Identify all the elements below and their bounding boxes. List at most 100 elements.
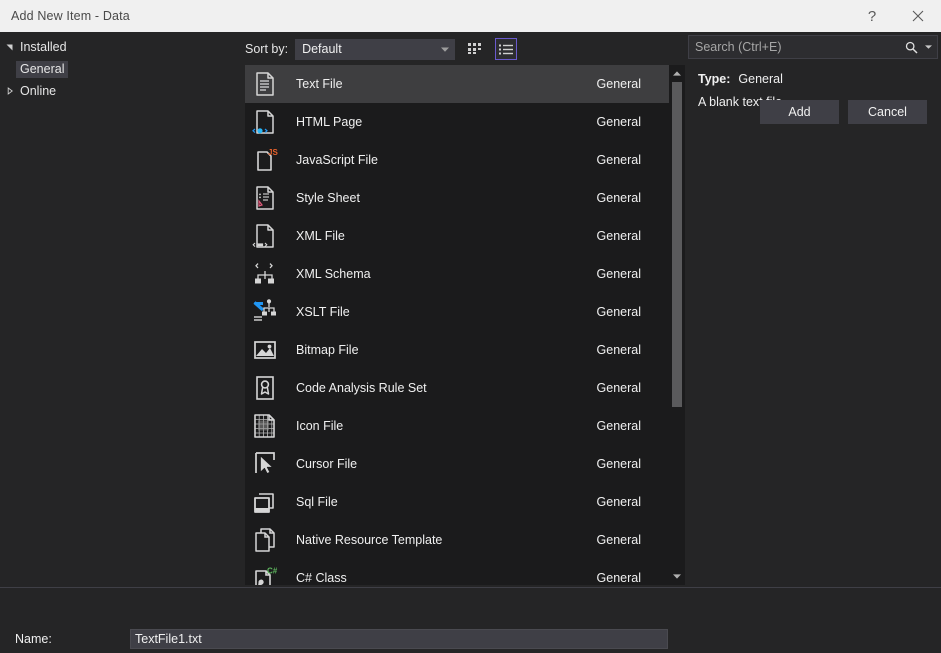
- add-button[interactable]: Add: [760, 100, 839, 124]
- search-options-dropdown[interactable]: [923, 45, 933, 49]
- help-button[interactable]: ?: [849, 0, 895, 32]
- template-item-row[interactable]: Code Analysis Rule Set General: [245, 369, 669, 407]
- xml-schema-icon: [245, 261, 285, 287]
- tree-node-installed[interactable]: Installed: [0, 36, 245, 58]
- template-item-name: Text File: [296, 77, 343, 91]
- template-item-category: General: [596, 495, 641, 509]
- tree-node-label: Installed: [20, 40, 67, 54]
- detail-type-row: Type: General: [698, 72, 928, 86]
- dialog-content: Installed General Online Sort by: Defaul…: [0, 32, 941, 653]
- sort-by-dropdown[interactable]: Default: [295, 38, 456, 60]
- template-item-name: C# Class: [296, 571, 347, 585]
- csharp-class-icon: C#: [255, 567, 278, 585]
- tree-node-label: Online: [20, 84, 57, 98]
- native-resource-template-icon: [255, 528, 275, 552]
- action-buttons: Add Cancel: [760, 100, 927, 124]
- cursor-file-icon: [245, 451, 285, 477]
- template-item-name: JavaScript File: [296, 153, 378, 167]
- xml-schema-icon: [255, 263, 274, 284]
- native-resource-template-icon: [245, 527, 285, 553]
- template-item-row[interactable]: HTML Page General: [245, 103, 669, 141]
- chevron-up-icon: [673, 71, 681, 76]
- html-page-icon: [252, 110, 274, 134]
- template-item-row[interactable]: Style Sheet General: [245, 179, 669, 217]
- code-analysis-rule-set-icon: [256, 376, 274, 400]
- chevron-down-icon: [924, 45, 932, 49]
- scrollbar-thumb[interactable]: [672, 82, 682, 407]
- template-item-name: Style Sheet: [296, 191, 360, 205]
- template-item-category: General: [596, 533, 641, 547]
- template-item-name: Code Analysis Rule Set: [296, 381, 427, 395]
- template-details: Type: General A blank text file.: [688, 64, 938, 564]
- template-item-row[interactable]: Sql File General: [245, 483, 669, 521]
- bitmap-file-icon: [254, 341, 276, 359]
- scrollbar-track[interactable]: [669, 82, 685, 568]
- tree-node-general[interactable]: General: [0, 58, 245, 80]
- template-item-row[interactable]: Bitmap File General: [245, 331, 669, 369]
- name-input[interactable]: [130, 629, 668, 649]
- svg-text:JS: JS: [268, 148, 278, 157]
- chevron-down-icon: [673, 574, 681, 579]
- tree-node-label: General: [16, 60, 69, 78]
- template-item-category: General: [596, 457, 641, 471]
- chevron-right-icon[interactable]: [0, 87, 20, 95]
- templates-pane: Sort by: Default Text File General HTML …: [245, 32, 685, 587]
- templates-list-scrollbar[interactable]: [669, 65, 685, 585]
- template-item-row[interactable]: Icon File General: [245, 407, 669, 445]
- cancel-button[interactable]: Cancel: [848, 100, 927, 124]
- template-item-name: Sql File: [296, 495, 338, 509]
- javascript-file-icon: JS: [257, 148, 278, 171]
- tree-node-online[interactable]: Online: [0, 80, 245, 102]
- list-view-button[interactable]: [495, 38, 518, 60]
- name-label: Name:: [15, 632, 52, 646]
- templates-list: Text File General HTML Page General JS JavaSc…: [245, 65, 685, 585]
- code-analysis-rule-set-icon: [245, 375, 285, 401]
- template-item-category: General: [596, 343, 641, 357]
- templates-list-scroll-area: Text File General HTML Page General JS JavaSc…: [245, 65, 669, 585]
- template-item-row[interactable]: Cursor File General: [245, 445, 669, 483]
- svg-text:C#: C#: [267, 567, 278, 576]
- template-item-category: General: [596, 229, 641, 243]
- template-item-row[interactable]: XML File General: [245, 217, 669, 255]
- grid-view-button[interactable]: [464, 38, 486, 60]
- search-input[interactable]: [695, 40, 899, 54]
- template-item-category: General: [596, 267, 641, 281]
- template-item-row[interactable]: Text File General: [245, 65, 669, 103]
- xslt-file-icon: [253, 299, 276, 321]
- search-button[interactable]: [899, 41, 923, 54]
- icon-file-icon: [254, 414, 275, 438]
- template-item-name: XML File: [296, 229, 345, 243]
- template-item-category: General: [596, 305, 641, 319]
- template-item-name: Icon File: [296, 419, 344, 433]
- bitmap-file-icon: [245, 337, 285, 363]
- cursor-file-icon: [255, 452, 275, 474]
- template-item-row[interactable]: Native Resource Template General: [245, 521, 669, 559]
- template-item-row[interactable]: C# C# Class General: [245, 559, 669, 585]
- template-item-name: XSLT File: [296, 305, 350, 319]
- template-item-name: Native Resource Template: [296, 533, 443, 547]
- close-button[interactable]: [895, 0, 941, 32]
- chevron-down-icon: [436, 47, 454, 52]
- javascript-file-icon: JS: [245, 147, 285, 173]
- search-box[interactable]: [688, 35, 938, 59]
- sort-by-value: Default: [302, 42, 342, 56]
- scroll-down-button[interactable]: [669, 568, 685, 585]
- template-item-row[interactable]: XSLT File General: [245, 293, 669, 331]
- sql-file-icon: [245, 489, 285, 515]
- question-mark-icon: ?: [867, 7, 877, 25]
- sql-file-icon: [254, 493, 274, 513]
- scroll-up-button[interactable]: [669, 65, 685, 82]
- sort-toolbar: Sort by: Default: [245, 34, 685, 64]
- xml-file-icon: [245, 223, 285, 249]
- template-item-category: General: [596, 191, 641, 205]
- category-tree: Installed General Online: [0, 32, 245, 587]
- template-item-row[interactable]: JS JavaScript File General: [245, 141, 669, 179]
- dialog-footer: Name:: [0, 588, 941, 653]
- titlebar: Add New Item - Data ?: [0, 0, 941, 32]
- template-item-row[interactable]: XML Schema General: [245, 255, 669, 293]
- csharp-class-icon: C#: [245, 565, 285, 585]
- name-row: Name:: [0, 628, 941, 650]
- chevron-down-icon[interactable]: [0, 43, 20, 51]
- text-file-icon: [256, 72, 274, 96]
- list-view-icon: [499, 44, 514, 54]
